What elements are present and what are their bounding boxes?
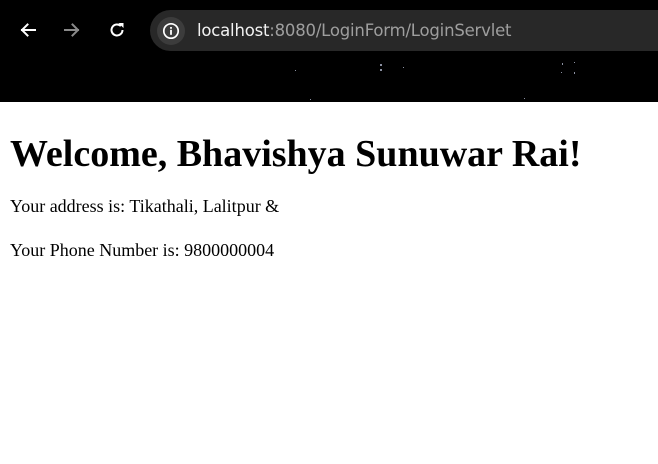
- theme-star: [561, 72, 562, 73]
- reload-icon: [110, 23, 124, 37]
- theme-star: [574, 62, 575, 63]
- theme-star: [295, 70, 296, 71]
- phone-number-text: Your Phone Number is: 9800000004: [10, 240, 275, 260]
- theme-star: [310, 99, 311, 100]
- forward-button[interactable]: [56, 14, 88, 46]
- page-content: Welcome, Bhavishya Sunuwar Rai! Your add…: [0, 132, 658, 261]
- arrow-right-icon: [64, 23, 80, 37]
- theme-background: [0, 60, 658, 102]
- site-info-button[interactable]: [157, 16, 185, 45]
- theme-star: [574, 72, 575, 74]
- address-text: Your address is: Tikathali, Lalitpur &: [10, 196, 280, 216]
- theme-star: [380, 64, 382, 66]
- reload-button[interactable]: [101, 14, 133, 46]
- url-host: localhost: [197, 21, 270, 40]
- theme-star: [562, 63, 563, 65]
- browser-chrome: localhost:8080/LoginForm/LoginServlet: [0, 0, 658, 102]
- address-bar[interactable]: localhost:8080/LoginForm/LoginServlet: [150, 10, 658, 51]
- back-button[interactable]: [12, 14, 44, 46]
- welcome-heading: Welcome, Bhavishya Sunuwar Rai!: [10, 133, 582, 175]
- theme-star: [403, 67, 404, 68]
- theme-star: [524, 98, 525, 99]
- info-circle-icon: [162, 22, 180, 39]
- url-text[interactable]: localhost:8080/LoginForm/LoginServlet: [197, 21, 512, 40]
- arrow-left-icon: [20, 23, 36, 37]
- browser-toolbar: localhost:8080/LoginForm/LoginServlet: [0, 0, 658, 60]
- theme-star: [380, 69, 382, 71]
- url-path: :8080/LoginForm/LoginServlet: [269, 21, 512, 40]
